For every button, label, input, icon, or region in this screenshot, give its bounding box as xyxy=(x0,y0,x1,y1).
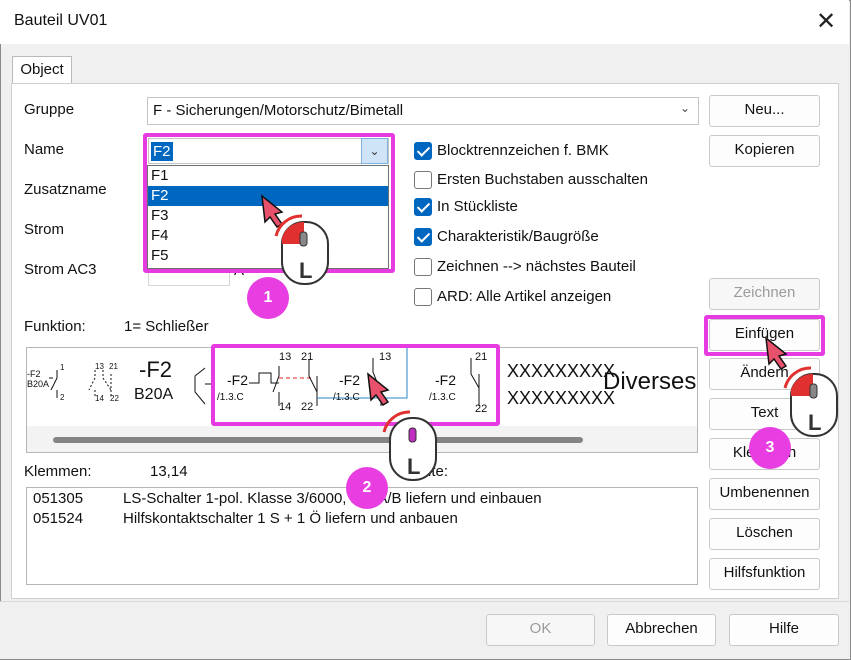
cursor-arrow-icon xyxy=(765,336,788,371)
step-badge-3: 3 xyxy=(749,427,791,469)
step-badge-1: 1 xyxy=(247,277,289,319)
mouse-left-label: L xyxy=(299,258,313,283)
mouse-left-label: L xyxy=(808,410,822,435)
step-badge-2: 2 xyxy=(346,467,388,509)
annotation-overlay xyxy=(261,194,838,481)
cursor-arrow-icon xyxy=(261,194,284,229)
mouse-left-label: L xyxy=(407,454,421,479)
cursor-arrow-icon xyxy=(367,372,390,407)
